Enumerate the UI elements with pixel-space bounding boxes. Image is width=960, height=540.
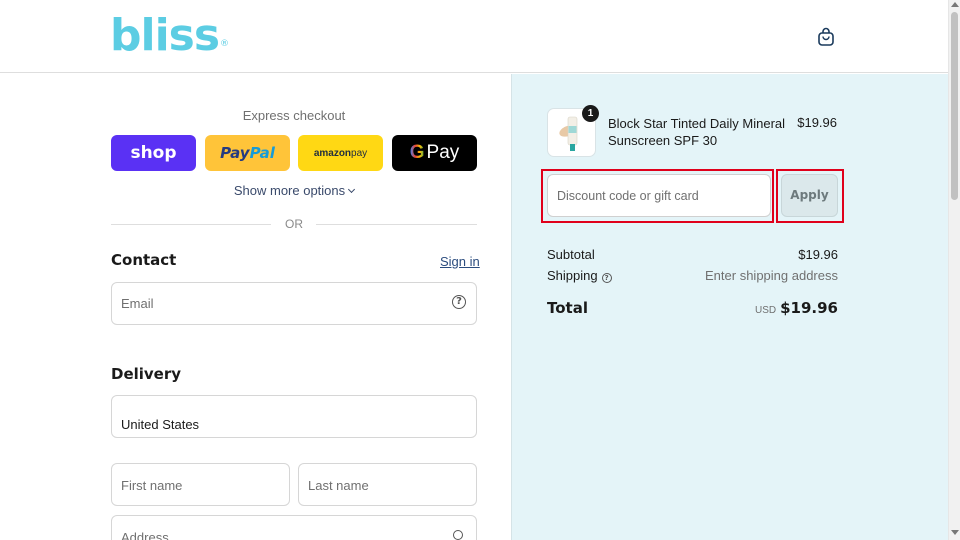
amazon-pay-label: pay (351, 147, 368, 159)
last-name-placeholder: Last name (308, 478, 369, 493)
address-field[interactable]: Address (111, 515, 477, 540)
shop-pay-label: shop (130, 143, 177, 163)
page-scrollbar[interactable] (948, 0, 960, 540)
google-pay-button[interactable]: G Pay (392, 135, 477, 171)
divider-right (316, 224, 477, 225)
scroll-up-arrow-icon[interactable] (951, 2, 959, 7)
amazon-pay-button[interactable]: amazon pay (298, 135, 383, 171)
show-more-options-link[interactable]: Show more options (111, 183, 477, 198)
email-placeholder: Email (121, 296, 154, 311)
divider-left (111, 224, 271, 225)
product-name: Block Star Tinted Daily Mineral Sunscree… (608, 116, 786, 148)
shipping-label: Shipping (547, 268, 598, 283)
subtotal-value: $19.96 (798, 247, 838, 262)
logo-text: bliss (110, 10, 220, 61)
chevron-down-icon (348, 185, 356, 194)
total-label: Total (547, 299, 588, 317)
brand-logo[interactable]: bliss® (110, 10, 229, 62)
last-name-field[interactable]: Last name (298, 463, 477, 506)
google-g-icon: G (409, 142, 425, 163)
total-row: Total USD $19.96 (547, 299, 838, 318)
delivery-heading: Delivery (111, 365, 182, 383)
show-more-label: Show more options (233, 183, 346, 198)
email-field[interactable]: Email ? (111, 282, 477, 325)
total-value-group: USD $19.96 (755, 299, 838, 318)
shop-pay-button[interactable]: shop (111, 135, 196, 171)
country-value: United States (121, 417, 200, 432)
scroll-down-arrow-icon[interactable] (951, 530, 959, 535)
address-placeholder: Address (121, 530, 169, 540)
paypal-pal-label: Pal (249, 144, 275, 162)
paypal-button[interactable]: Pay Pal (205, 135, 290, 171)
shopping-bag-icon[interactable] (815, 26, 837, 48)
product-price: $19.96 (797, 115, 837, 130)
checkout-page: bliss® Express checkout shop Pay Pal amaz… (0, 0, 960, 540)
subtotal-label: Subtotal (547, 247, 595, 262)
scroll-thumb[interactable] (951, 12, 958, 200)
amazon-brand-label: amazon (313, 147, 352, 159)
or-divider-text: OR (285, 217, 303, 231)
shipping-value: Enter shipping address (705, 268, 838, 283)
shipping-help-icon[interactable]: ? (601, 273, 612, 283)
quantity-badge: 1 (582, 105, 599, 122)
currency-code: USD (754, 305, 777, 316)
express-checkout-title: Express checkout (242, 108, 346, 123)
search-icon (453, 530, 463, 540)
highlight-box-discount (541, 169, 774, 223)
help-icon[interactable]: ? (452, 295, 466, 309)
contact-heading: Contact (111, 251, 177, 269)
highlight-box-apply (776, 169, 844, 223)
google-pay-label: Pay (426, 142, 460, 163)
first-name-placeholder: First name (121, 478, 183, 493)
header: bliss® (0, 0, 948, 73)
paypal-pay-label: Pay (220, 144, 250, 162)
shipping-row: Shipping? Enter shipping address (547, 268, 838, 283)
subtotal-row: Subtotal $19.96 (547, 247, 838, 262)
first-name-field[interactable]: First name (111, 463, 290, 506)
registered-mark: ® (220, 39, 229, 49)
total-amount: $19.96 (780, 299, 838, 317)
country-select[interactable]: United States (111, 395, 477, 438)
sign-in-link[interactable]: Sign in (440, 254, 480, 269)
